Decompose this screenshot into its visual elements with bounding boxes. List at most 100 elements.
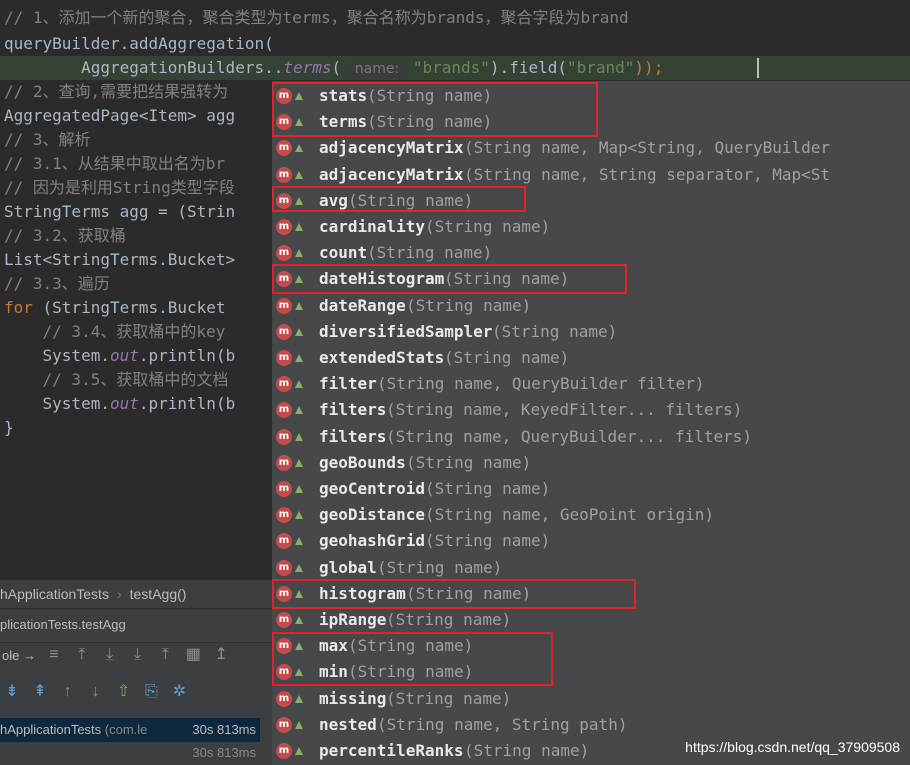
import-icon[interactable]: ⎘ [139, 680, 163, 704]
code-part: System. [4, 394, 110, 413]
completion-method-name: percentileRanks [319, 741, 464, 760]
completion-item[interactable]: m count (String name) [272, 240, 910, 266]
string-literal: "brands" [412, 58, 490, 77]
completion-item[interactable]: m adjacencyMatrix (String name, Map<String… [272, 135, 910, 161]
completion-item[interactable]: m geohashGrid (String name) [272, 528, 910, 554]
completion-item[interactable]: m cardinality (String name) [272, 214, 910, 240]
collapse-all-icon[interactable]: ⇞ [28, 680, 52, 704]
public-static-icon [295, 327, 303, 336]
completion-item[interactable]: m ipRange (String name) [272, 607, 910, 633]
completion-signature: (String name) [425, 217, 551, 236]
method-call: terms [283, 58, 332, 77]
completion-method-name: diversifiedSampler [319, 321, 493, 341]
completion-method-name: geohashGrid [319, 531, 425, 551]
layout-icon[interactable]: ▦ [181, 643, 205, 667]
completion-method-name: cardinality [319, 217, 425, 236]
completion-item[interactable]: m global (String name) [272, 555, 910, 581]
run-tab[interactable]: plicationTests.testAgg [0, 612, 126, 638]
gear-icon[interactable]: ✲ [167, 680, 191, 704]
completion-signature: (String name) [492, 321, 618, 341]
public-static-icon [295, 537, 303, 546]
public-static-icon [295, 406, 303, 415]
test-duration: 30s 813ms [192, 745, 256, 760]
scroll-down-icon[interactable]: ⤓ [98, 643, 122, 667]
highlight-box-histogram [272, 579, 636, 609]
code-mid: ).field( [489, 58, 567, 77]
breadcrumb-separator-icon: › [116, 586, 122, 602]
completion-item[interactable]: m diversifiedSampler (String name) [272, 319, 910, 345]
test-package: (com.le [104, 722, 148, 737]
code-rest: (StringTerms.Bucket [32, 298, 226, 317]
scroll-up-icon[interactable]: ⤒ [153, 643, 177, 667]
completion-item[interactable]: m nested (String name, String path) [272, 712, 910, 738]
public-static-icon [295, 563, 303, 572]
code-comment: // 3.1、从结果中取出名为br [4, 154, 226, 173]
completion-signature: (String name) [425, 531, 551, 551]
completion-method-name: filter [319, 374, 377, 394]
test-tree-row[interactable]: 30s 813ms [0, 742, 260, 764]
breadcrumb-class[interactable]: hApplicationTests [0, 586, 109, 602]
next-test-icon[interactable]: ↓ [84, 680, 108, 704]
public-static-icon [295, 747, 303, 755]
public-static-icon [295, 249, 303, 258]
scroll-top-icon[interactable]: ⤒ [70, 643, 94, 667]
method-icon: m [276, 350, 292, 366]
completion-method-name: geoCentroid [319, 479, 425, 498]
console-tab[interactable]: ole → [0, 648, 38, 663]
completion-method-name: adjacencyMatrix [319, 164, 464, 184]
static-field: out [109, 394, 139, 413]
completion-item[interactable]: m extendedStats (String name) [272, 345, 910, 371]
code-prefix: AggregationBuilders.. [81, 58, 284, 77]
public-static-icon [295, 511, 303, 520]
completion-item[interactable]: m geoDistance (String name, GeoPoint origi… [272, 502, 910, 528]
arrow-icon: → [22, 647, 36, 663]
completion-item[interactable]: m missing (String name) [272, 686, 910, 712]
code-line: StringTerms agg = (Strin [4, 202, 236, 221]
completion-item[interactable]: m geoCentroid (String name) [272, 476, 910, 502]
completion-signature: (String name) [386, 688, 512, 708]
parameter-hint: name: [350, 61, 404, 77]
code-comment: // 3.2、获取桶 [4, 226, 126, 245]
export-icon[interactable]: ⇧ [112, 680, 136, 704]
method-icon: m [276, 428, 292, 445]
code-line: queryBuilder.addAggregation( [4, 34, 274, 53]
code-comment: // 因为是利用String类型字段 [4, 178, 235, 197]
highlight-box-max-min [272, 632, 553, 686]
completion-signature: (String name, String separator, Map<St [464, 164, 831, 184]
method-icon: m [276, 245, 292, 262]
code-comment: // 3.4、获取桶中的key [4, 322, 226, 341]
completion-signature: (String name, GeoPoint origin) [425, 505, 714, 525]
completion-signature: (String name) [444, 348, 570, 367]
completion-item[interactable]: m filters (String name, KeyedFilter... fil… [272, 397, 910, 423]
run-toolbar: ole → ≡ ⤒ ⤓ ⤓ ⤒ ▦ ↥ [0, 642, 272, 673]
code-comment: // 3.5、获取桶中的文档 [4, 370, 229, 389]
code-comment: // 2、查询,需要把结果强转为 [4, 82, 229, 101]
highlight-box-datehistogram [272, 264, 627, 294]
console-tab-label: ole [2, 647, 20, 663]
breadcrumb-method[interactable]: testAgg() [130, 586, 187, 602]
completion-item[interactable]: m geoBounds (String name) [272, 450, 910, 476]
completion-method-name: global [319, 557, 377, 577]
test-tree-row[interactable]: hApplicationTests (com.le 30s 813ms [0, 718, 260, 742]
scroll-down-alt-icon[interactable]: ⤓ [126, 643, 150, 667]
completion-item[interactable]: m adjacencyMatrix (String name, String sep… [272, 162, 910, 188]
completion-item[interactable]: m filter (String name, QueryBuilder filter… [272, 371, 910, 397]
completion-signature: (String name, String path) [377, 714, 628, 734]
code-end: )); [634, 58, 664, 77]
more-icon[interactable]: ↥ [209, 643, 233, 667]
method-icon: m [276, 559, 292, 576]
completion-method-name: extendedStats [319, 348, 445, 367]
completion-signature: (String name, QueryBuilder filter) [377, 374, 705, 394]
code-line: System.out.println(b [4, 392, 236, 416]
completion-item[interactable]: m dateRange (String name) [272, 293, 910, 319]
completion-method-name: missing [319, 688, 387, 708]
scroll-lock-icon[interactable]: ≡ [42, 643, 66, 667]
completion-signature: (String name) [367, 243, 493, 263]
method-icon: m [276, 743, 292, 759]
previous-test-icon[interactable]: ↑ [56, 680, 80, 704]
code-line: AggregatedPage<Item> agg [4, 106, 236, 125]
expand-all-icon[interactable]: ⇟ [0, 680, 24, 704]
completion-item[interactable]: m filters (String name, QueryBuilder... fi… [272, 424, 910, 450]
method-icon: m [276, 219, 292, 235]
